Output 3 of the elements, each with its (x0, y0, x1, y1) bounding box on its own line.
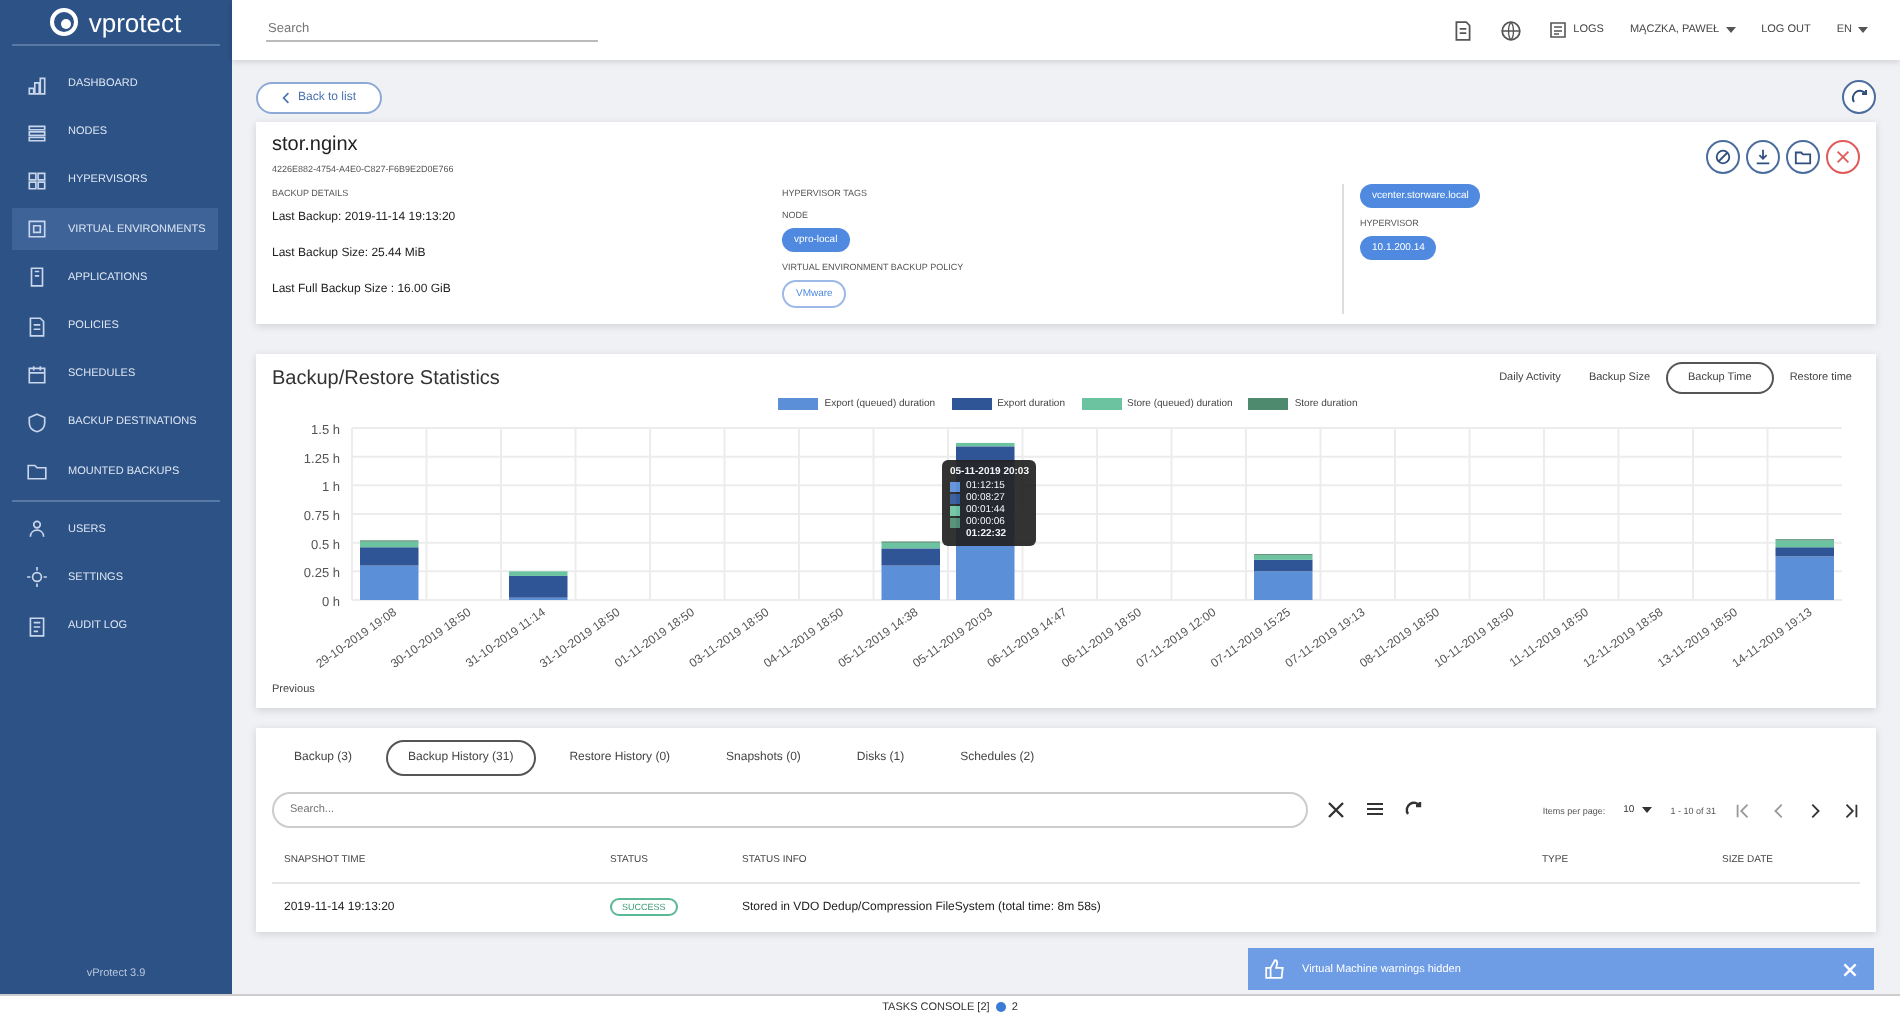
logo-text: vprotect (88, 7, 182, 37)
vm-name: stor.nginx (272, 134, 360, 156)
card-title: Backup/Restore Statistics (272, 367, 500, 389)
